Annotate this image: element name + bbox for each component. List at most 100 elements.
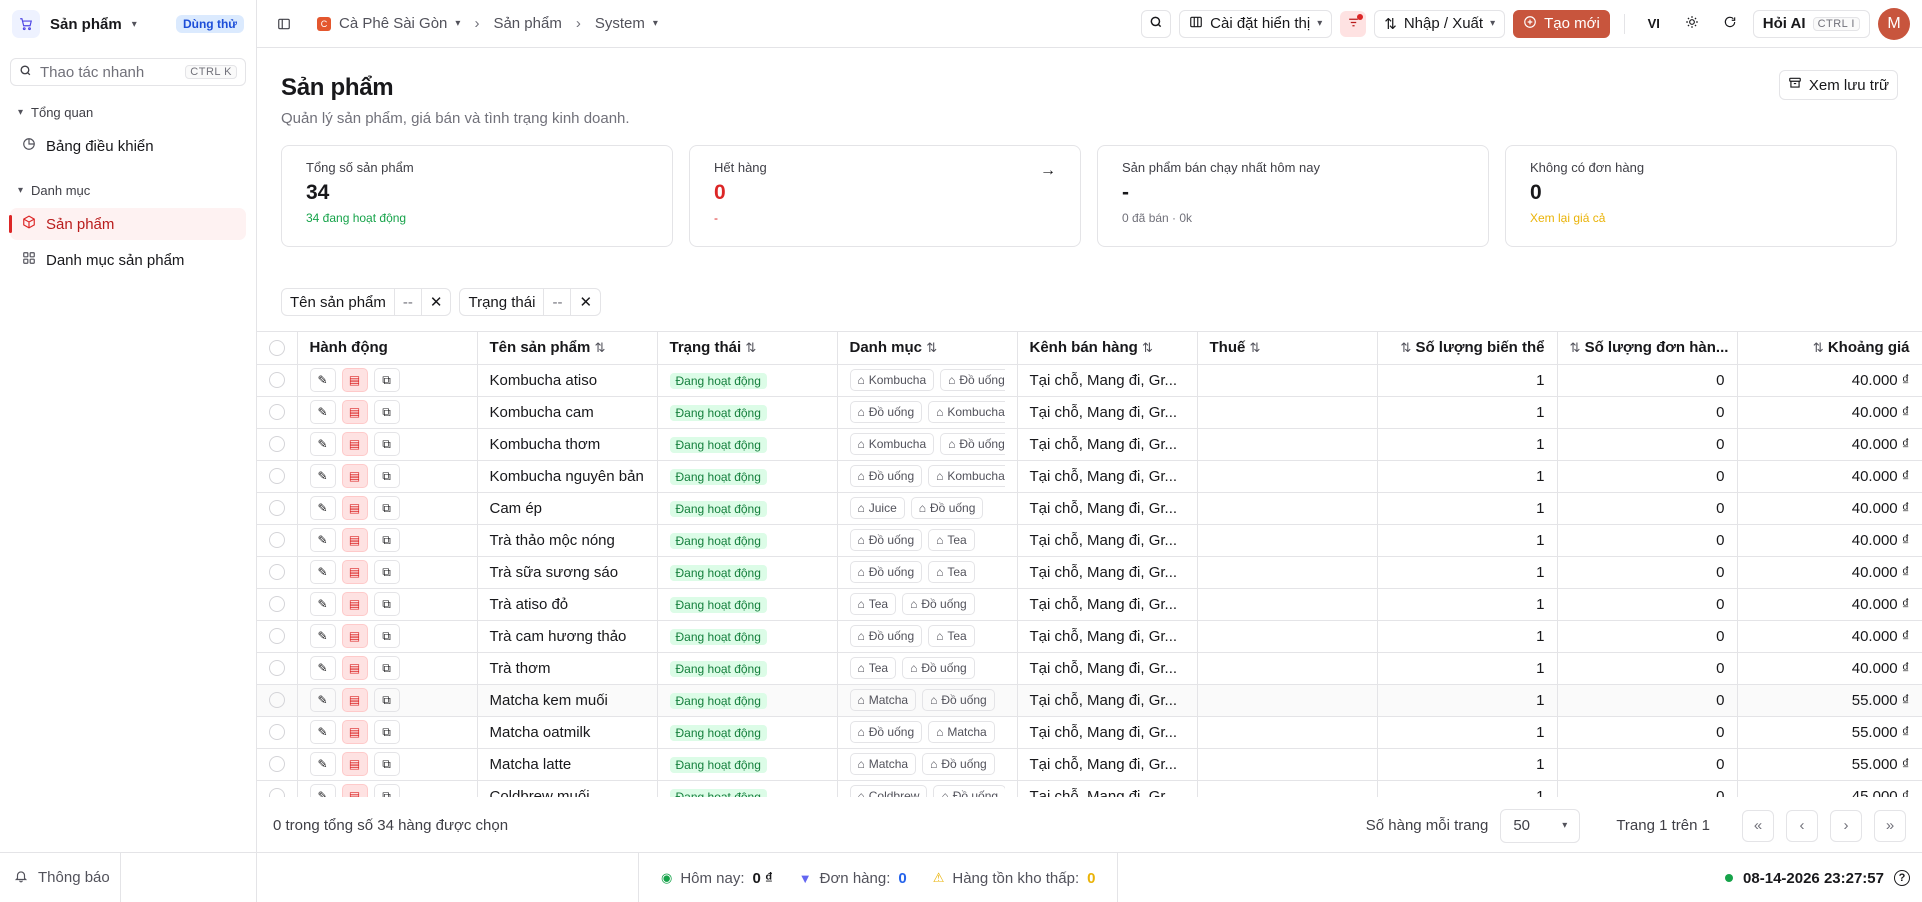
row-checkbox[interactable] [257,396,298,429]
sidebar-item-products[interactable]: Sản phẩm [9,208,246,240]
chevron-down-icon[interactable]: ▾ [653,18,658,29]
col-name[interactable]: Tên sản phẩm ⇅ [477,332,658,365]
edit-icon[interactable]: ✎ [309,656,336,680]
copy-icon[interactable]: ⧉ [373,432,400,456]
refresh-button[interactable] [1715,9,1745,39]
row-checkbox[interactable] [257,524,298,557]
table-row[interactable]: ✎ ▤ ⧉ Trà thảo mộc nóng Đang hoạt động ⌂… [257,524,1922,557]
product-name[interactable]: Trà atiso đỏ [477,588,658,621]
view-archive-button[interactable]: Xem lưu trữ [1778,70,1898,100]
edit-icon[interactable]: ✎ [309,496,336,520]
edit-icon[interactable]: ✎ [309,400,336,424]
table-row[interactable]: ✎ ▤ ⧉ Matcha kem muối Đang hoạt động ⌂ Ma… [257,684,1922,717]
edit-icon[interactable]: ✎ [309,528,336,552]
group-catalog[interactable]: ▾ Danh mục [0,178,256,202]
app-title[interactable]: Sản phẩm [50,16,122,33]
archive-icon[interactable]: ▤ [341,368,368,392]
table-row[interactable]: ✎ ▤ ⧉ Trà atiso đỏ Đang hoạt động ⌂ Tea ⌂ Đ… [257,588,1922,621]
table-row[interactable]: ✎ ▤ ⧉ Kombucha cam Đang hoạt động ⌂ Đồ uố… [257,396,1922,429]
edit-icon[interactable]: ✎ [309,464,336,488]
table-row[interactable]: ✎ ▤ ⧉ Cam ép Đang hoạt động ⌂ Juice ⌂ Đồ uố… [257,492,1922,525]
table-row[interactable]: ✎ ▤ ⧉ Trà cam hương thảo Đang hoạt động … [257,620,1922,653]
product-name[interactable]: Coldbrew muối [477,780,658,797]
archive-icon[interactable]: ▤ [341,656,368,680]
row-checkbox[interactable] [257,364,298,397]
table-row[interactable]: ✎ ▤ ⧉ Trà sữa sương sáo Đang hoạt động ⌂… [257,556,1922,589]
copy-icon[interactable]: ⧉ [373,720,400,744]
col-orders[interactable]: ⇅ Số lượng đơn hàn... [1557,332,1738,365]
product-name[interactable]: Matcha latte [477,748,658,781]
quick-action-search[interactable]: Thao tác nhanh CTRL K [10,58,246,86]
col-status[interactable]: Trạng thái ⇅ [657,332,838,365]
table-row[interactable]: ✎ ▤ ⧉ Kombucha atiso Đang hoạt động ⌂ Kom… [257,364,1922,397]
language-button[interactable]: VI [1639,9,1669,39]
stat-card-out-of-stock[interactable]: Hết hàng 0 - → [689,145,1081,247]
archive-icon[interactable]: ▤ [341,496,368,520]
last-page-button[interactable]: » [1874,809,1906,842]
archive-icon[interactable]: ▤ [341,784,368,797]
create-new-button[interactable]: Tạo mới [1513,9,1610,38]
copy-icon[interactable]: ⧉ [373,752,400,776]
product-name[interactable]: Kombucha nguyên bản [477,460,658,493]
product-name[interactable]: Kombucha atiso [477,364,658,397]
ask-ai-button[interactable]: Hỏi AI CTRL I [1752,9,1870,38]
archive-icon[interactable]: ▤ [341,528,368,552]
edit-icon[interactable]: ✎ [309,688,336,712]
product-name[interactable]: Matcha kem muối [477,684,658,717]
table-row[interactable]: ✎ ▤ ⧉ Matcha latte Đang hoạt động ⌂ Match… [257,748,1922,781]
copy-icon[interactable]: ⧉ [373,784,400,797]
arrow-right-icon[interactable]: → [1040,162,1056,180]
table-row[interactable]: ✎ ▤ ⧉ Coldbrew muối Đang hoạt động ⌂ Cold… [257,780,1922,797]
edit-icon[interactable]: ✎ [309,752,336,776]
table-row[interactable]: ✎ ▤ ⧉ Trà thơm Đang hoạt động ⌂ Tea ⌂ Đồ uố… [257,652,1922,685]
row-checkbox[interactable] [257,620,298,653]
copy-icon[interactable]: ⧉ [373,400,400,424]
close-icon[interactable]: ✕ [570,289,600,315]
avatar[interactable]: M [1878,7,1910,40]
edit-icon[interactable]: ✎ [309,592,336,616]
archive-icon[interactable]: ▤ [341,432,368,456]
breadcrumb-store[interactable]: Cà Phê Sài Gòn [339,15,447,32]
breadcrumb-system[interactable]: System [595,15,645,32]
col-price[interactable]: ⇅ Khoảng giá [1737,332,1922,365]
copy-icon[interactable]: ⧉ [373,496,400,520]
select-all-checkbox[interactable] [257,332,298,365]
product-name[interactable]: Matcha oatmilk [477,716,658,749]
display-settings-button[interactable]: Cài đặt hiển thị ▾ [1179,9,1333,38]
row-checkbox[interactable] [257,652,298,685]
next-page-button[interactable]: › [1830,809,1862,842]
rows-per-page-select[interactable]: 50 ▾ [1500,808,1581,843]
prev-page-button[interactable]: ‹ [1786,809,1818,842]
row-checkbox[interactable] [257,492,298,525]
edit-icon[interactable]: ✎ [309,624,336,648]
import-export-button[interactable]: ⇅ Nhập / Xuất ▾ [1374,9,1506,38]
filter-chip-status[interactable]: Trạng thái -- ✕ [459,288,602,316]
copy-icon[interactable]: ⧉ [373,464,400,488]
edit-icon[interactable]: ✎ [309,720,336,744]
sidebar-footer[interactable]: Thông báo [0,852,256,902]
first-page-button[interactable]: « [1742,809,1774,842]
filter-notification-button[interactable] [1340,10,1367,37]
stat-sub[interactable]: Xem lại giá cả [1530,211,1872,225]
archive-icon[interactable]: ▤ [341,464,368,488]
product-name[interactable]: Kombucha thơm [477,428,658,461]
breadcrumb-products[interactable]: Sản phẩm [493,15,561,32]
archive-icon[interactable]: ▤ [341,688,368,712]
search-button[interactable] [1141,9,1172,38]
archive-icon[interactable]: ▤ [341,400,368,424]
archive-icon[interactable]: ▤ [341,592,368,616]
edit-icon[interactable]: ✎ [309,368,336,392]
row-checkbox[interactable] [257,588,298,621]
row-checkbox[interactable] [257,780,298,797]
close-icon[interactable]: ✕ [420,289,451,315]
row-checkbox[interactable] [257,716,298,749]
product-name[interactable]: Trà thơm [477,652,658,685]
product-name[interactable]: Trà cam hương thảo [477,620,658,653]
filter-chip-name[interactable]: Tên sản phẩm -- ✕ [281,288,452,316]
archive-icon[interactable]: ▤ [341,752,368,776]
copy-icon[interactable]: ⧉ [373,688,400,712]
sidebar-toggle-icon[interactable] [269,9,299,39]
edit-icon[interactable]: ✎ [309,432,336,456]
chevron-down-icon[interactable]: ▾ [455,18,460,29]
chevron-down-icon[interactable]: ▾ [132,19,137,30]
